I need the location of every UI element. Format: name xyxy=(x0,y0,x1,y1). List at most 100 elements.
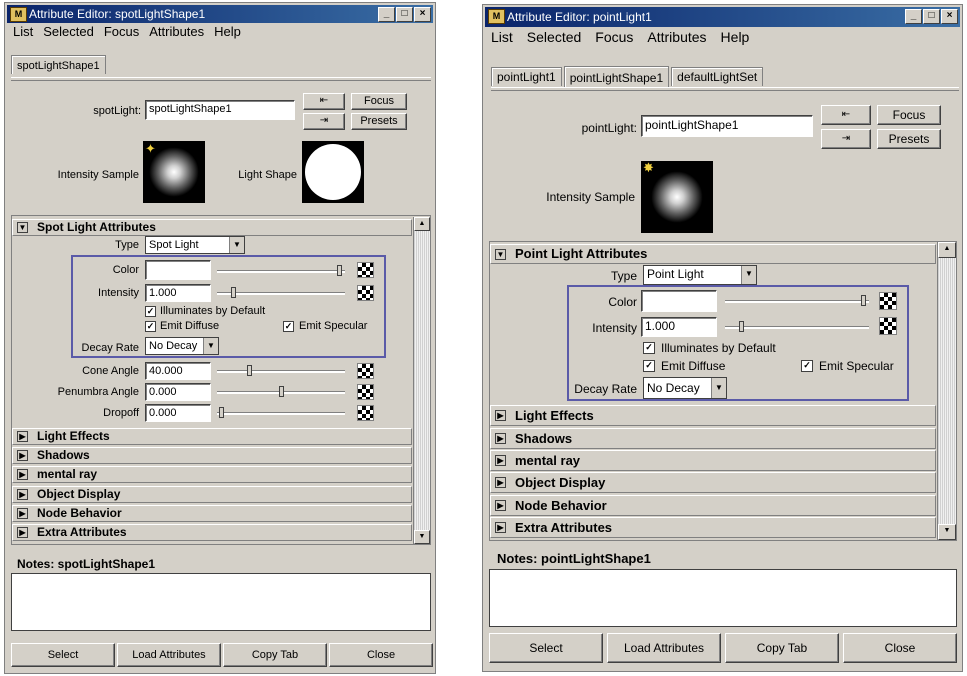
load-attributes-button[interactable]: Load Attributes xyxy=(117,643,221,667)
minimize-icon[interactable]: _ xyxy=(378,7,395,22)
select-output-icon[interactable]: ⇥ xyxy=(303,113,345,130)
select-input-icon[interactable]: ⇤ xyxy=(821,105,871,125)
tab-defaultlightset[interactable]: defaultLightSet xyxy=(671,67,764,86)
illuminates-checkbox[interactable]: ✓ xyxy=(643,342,655,354)
node-name-field[interactable]: pointLightShape1 xyxy=(641,115,813,137)
cone-angle-slider[interactable] xyxy=(217,365,345,377)
section-light-effects[interactable]: ▶ Light Effects xyxy=(12,428,412,445)
expand-arrow-icon[interactable]: ▶ xyxy=(495,410,506,421)
section-shadows[interactable]: ▶ Shadows xyxy=(490,428,936,449)
emit-diffuse-checkbox[interactable]: ✓ xyxy=(643,360,655,372)
menu-list[interactable]: List xyxy=(491,28,513,46)
menu-help[interactable]: Help xyxy=(214,23,241,41)
expand-arrow-icon[interactable]: ▶ xyxy=(495,477,506,488)
map-color-button[interactable] xyxy=(879,292,897,310)
node-name-field[interactable]: spotLightShape1 xyxy=(145,100,295,120)
decay-rate-dropdown[interactable]: No Decay ▼ xyxy=(145,337,219,355)
menu-attributes[interactable]: Attributes xyxy=(149,23,204,41)
section-object-display[interactable]: ▶ Object Display xyxy=(12,486,412,503)
type-dropdown[interactable]: Point Light ▼ xyxy=(643,265,757,285)
map-color-button[interactable] xyxy=(357,262,374,278)
penumbra-angle-slider[interactable] xyxy=(217,386,345,398)
scroll-down-icon[interactable]: ▼ xyxy=(938,524,956,540)
expand-arrow-icon[interactable]: ▶ xyxy=(495,455,506,466)
intensity-slider[interactable] xyxy=(217,287,345,299)
scrollbar[interactable]: ▲ ▼ xyxy=(937,242,956,540)
collapse-arrow-icon[interactable]: ▼ xyxy=(495,249,506,260)
color-swatch[interactable] xyxy=(641,290,717,312)
tab-pointlight1[interactable]: pointLight1 xyxy=(491,67,562,86)
illuminates-checkbox[interactable]: ✓ xyxy=(145,306,156,317)
expand-arrow-icon[interactable]: ▶ xyxy=(495,522,506,533)
section-light-effects[interactable]: ▶ Light Effects xyxy=(490,405,936,426)
menu-selected[interactable]: Selected xyxy=(43,23,94,41)
map-cone-angle-button[interactable] xyxy=(357,363,374,379)
map-intensity-button[interactable] xyxy=(879,317,897,335)
minimize-icon[interactable]: _ xyxy=(905,9,922,24)
dropoff-slider[interactable] xyxy=(217,407,345,419)
select-button[interactable]: Select xyxy=(11,643,115,667)
section-mental-ray[interactable]: ▶ mental ray xyxy=(490,450,936,471)
scroll-down-icon[interactable]: ▼ xyxy=(414,530,430,544)
scroll-up-icon[interactable]: ▲ xyxy=(938,242,956,258)
expand-arrow-icon[interactable]: ▶ xyxy=(495,433,506,444)
focus-button[interactable]: Focus xyxy=(877,105,941,125)
menu-focus[interactable]: Focus xyxy=(104,23,139,41)
menu-focus[interactable]: Focus xyxy=(595,28,633,46)
maximize-icon[interactable]: □ xyxy=(396,7,413,22)
select-output-icon[interactable]: ⇥ xyxy=(821,129,871,149)
copy-tab-button[interactable]: Copy Tab xyxy=(223,643,327,667)
emit-diffuse-checkbox[interactable]: ✓ xyxy=(145,321,156,332)
emit-specular-checkbox[interactable]: ✓ xyxy=(801,360,813,372)
select-button[interactable]: Select xyxy=(489,633,603,663)
close-icon[interactable]: × xyxy=(414,7,431,22)
expand-arrow-icon[interactable]: ▶ xyxy=(17,527,28,538)
cone-angle-field[interactable]: 40.000 xyxy=(145,362,211,380)
section-extra-attributes[interactable]: ▶ Extra Attributes xyxy=(490,517,936,538)
title-bar[interactable]: M Attribute Editor: pointLight1 _ □ × xyxy=(485,7,960,27)
expand-arrow-icon[interactable]: ▶ xyxy=(17,489,28,500)
penumbra-angle-field[interactable]: 0.000 xyxy=(145,383,211,401)
load-attributes-button[interactable]: Load Attributes xyxy=(607,633,721,663)
expand-arrow-icon[interactable]: ▶ xyxy=(495,500,506,511)
close-button[interactable]: Close xyxy=(329,643,433,667)
tab-spotlightshape1[interactable]: spotLightShape1 xyxy=(11,55,106,74)
intensity-field[interactable]: 1.000 xyxy=(145,284,211,302)
menu-help[interactable]: Help xyxy=(721,28,750,46)
type-dropdown[interactable]: Spot Light ▼ xyxy=(145,236,245,254)
expand-arrow-icon[interactable]: ▶ xyxy=(17,450,28,461)
expand-arrow-icon[interactable]: ▶ xyxy=(17,508,28,519)
emit-specular-checkbox[interactable]: ✓ xyxy=(283,321,294,332)
select-input-icon[interactable]: ⇤ xyxy=(303,93,345,110)
title-bar[interactable]: M Attribute Editor: spotLightShape1 _ □ … xyxy=(7,5,433,23)
color-swatch[interactable] xyxy=(145,260,211,280)
maximize-icon[interactable]: □ xyxy=(923,9,940,24)
close-button[interactable]: Close xyxy=(843,633,957,663)
presets-button[interactable]: Presets xyxy=(351,113,407,130)
menu-attributes[interactable]: Attributes xyxy=(647,28,706,46)
expand-arrow-icon[interactable]: ▶ xyxy=(17,469,28,480)
tab-pointlightshape1[interactable]: pointLightShape1 xyxy=(563,66,670,87)
intensity-slider[interactable] xyxy=(725,321,869,333)
decay-rate-dropdown[interactable]: No Decay ▼ xyxy=(643,377,727,399)
section-shadows[interactable]: ▶ Shadows xyxy=(12,447,412,464)
map-intensity-button[interactable] xyxy=(357,285,374,301)
section-extra-attributes[interactable]: ▶ Extra Attributes xyxy=(12,524,412,541)
scrollbar[interactable]: ▲ ▼ xyxy=(413,217,430,544)
collapse-arrow-icon[interactable]: ▼ xyxy=(17,222,28,233)
focus-button[interactable]: Focus xyxy=(351,93,407,110)
section-mental-ray[interactable]: ▶ mental ray xyxy=(12,466,412,483)
section-object-display[interactable]: ▶ Object Display xyxy=(490,472,936,493)
map-dropoff-button[interactable] xyxy=(357,405,374,421)
dropoff-field[interactable]: 0.000 xyxy=(145,404,211,422)
notes-textarea[interactable] xyxy=(11,573,431,631)
section-spot-light-attributes[interactable]: ▼ Spot Light Attributes xyxy=(12,219,412,236)
section-point-light-attributes[interactable]: ▼ Point Light Attributes xyxy=(490,244,936,264)
color-slider[interactable] xyxy=(217,265,345,277)
section-node-behavior[interactable]: ▶ Node Behavior xyxy=(12,505,412,522)
notes-textarea[interactable] xyxy=(489,569,957,627)
color-slider[interactable] xyxy=(725,295,869,307)
menu-selected[interactable]: Selected xyxy=(527,28,581,46)
close-icon[interactable]: × xyxy=(941,9,958,24)
section-node-behavior[interactable]: ▶ Node Behavior xyxy=(490,495,936,516)
